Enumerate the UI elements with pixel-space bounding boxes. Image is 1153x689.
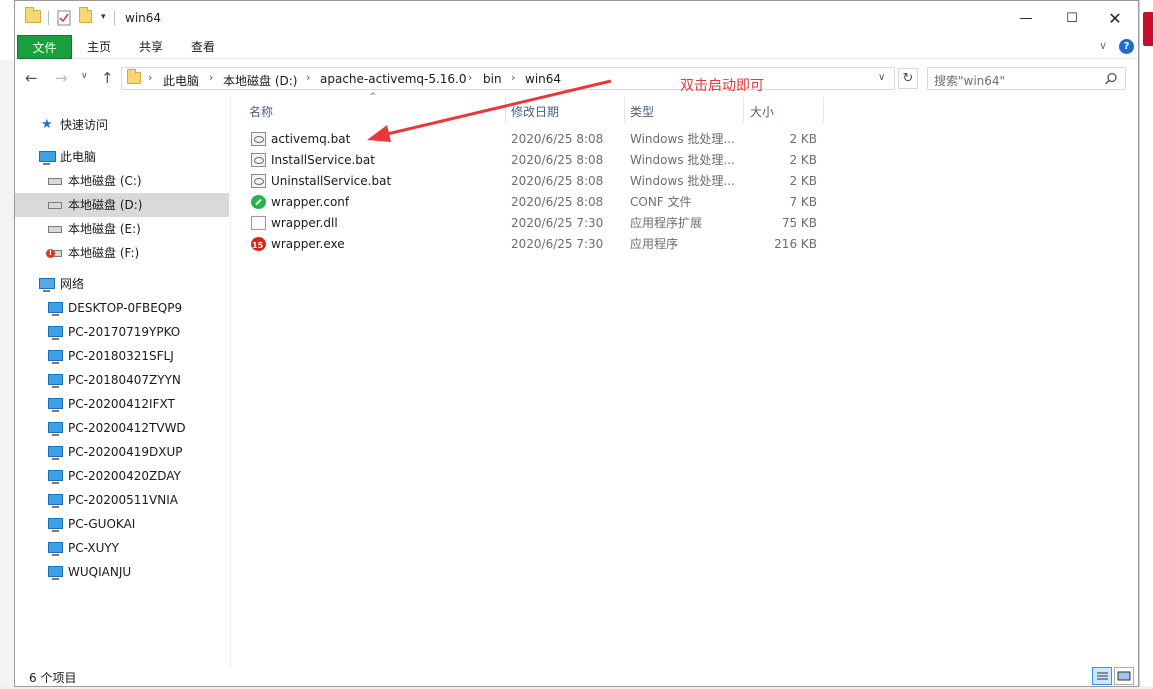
- nav-computer-label: PC-20200419DXUP: [68, 445, 183, 459]
- computer-icon: [48, 518, 63, 532]
- drive-icon: [48, 202, 62, 209]
- exe-file-icon: [251, 235, 266, 256]
- nav-network[interactable]: 网络: [15, 272, 229, 296]
- annotation-arrow: [367, 79, 612, 142]
- nav-computer[interactable]: PC-20200412TVWD: [15, 416, 229, 440]
- warning-icon: !: [46, 249, 55, 258]
- nav-drive-label: 本地磁盘 (E:): [68, 222, 141, 236]
- nav-computer[interactable]: PC-20200511VNIA: [15, 488, 229, 512]
- nav-computer-label: PC-20180321SFLJ: [68, 349, 174, 363]
- file-row[interactable]: wrapper.dll 2020/6/25 7:30 应用程序扩展 75 KB: [249, 213, 817, 234]
- computer-icon: [48, 446, 63, 460]
- file-name: wrapper.exe: [271, 237, 345, 251]
- annotation-text: 双击启动即可: [680, 78, 764, 94]
- nav-computer-label: WUQIANJU: [68, 565, 132, 579]
- dll-file-icon: [251, 216, 266, 230]
- background-window-right: [1139, 0, 1153, 689]
- nav-computer-label: PC-XUYY: [68, 541, 120, 555]
- nav-computer[interactable]: PC-20180321SFLJ: [15, 344, 229, 368]
- nav-computer[interactable]: PC-XUYY: [15, 536, 229, 560]
- computer-icon: [48, 302, 63, 316]
- file-type: 应用程序扩展: [630, 216, 703, 230]
- nav-computer-label: PC-20200412IFXT: [68, 397, 175, 411]
- background-red-tab: [1143, 12, 1153, 46]
- nav-computer[interactable]: PC-20200420ZDAY: [15, 464, 229, 488]
- nav-computer-label: PC-20200412TVWD: [68, 421, 186, 435]
- computer-icon: [48, 374, 63, 388]
- nav-computer[interactable]: PC-20200412IFXT: [15, 392, 229, 416]
- file-date: 2020/6/25 7:30: [511, 216, 604, 230]
- nav-drive-f[interactable]: ! 本地磁盘 (F:): [15, 241, 229, 265]
- nav-drive-label: 本地磁盘 (F:): [68, 246, 140, 260]
- computer-icon: [48, 494, 63, 508]
- file-type: 应用程序: [630, 237, 679, 251]
- computer-icon: [48, 470, 63, 484]
- nav-computer-label: PC-20180407ZYYN: [68, 373, 181, 387]
- nav-computer[interactable]: PC-20180407ZYYN: [15, 368, 229, 392]
- nav-computer-label: DESKTOP-0FBEQP9: [68, 301, 183, 315]
- computer-icon: [48, 326, 63, 340]
- nav-computer-label: PC-20200511VNIA: [68, 493, 178, 507]
- explorer-window: ▾ win64 — ☐ ✕ 文件 主页 共享 查看 ∨ ? ← → ∨ ↑ › …: [14, 0, 1139, 687]
- computer-icon: [48, 398, 63, 412]
- file-row[interactable]: wrapper.exe 2020/6/25 7:30 应用程序 216 KB: [249, 234, 817, 256]
- nav-drive-e[interactable]: 本地磁盘 (E:): [15, 217, 229, 241]
- network-icon: [39, 278, 55, 292]
- computer-icon: [48, 422, 63, 436]
- nav-computer-label: PC-GUOKAI: [68, 517, 136, 531]
- file-size: 75 KB: [781, 216, 817, 230]
- file-name: wrapper.dll: [271, 216, 338, 230]
- nav-computer[interactable]: PC-GUOKAI: [15, 512, 229, 536]
- item-count: 6 个项目: [29, 671, 77, 685]
- status-bar: 6 个项目: [15, 667, 1138, 687]
- nav-computer-label: PC-20170719YPKO: [68, 325, 181, 339]
- computer-icon: [48, 542, 63, 556]
- nav-computer[interactable]: DESKTOP-0FBEQP9: [15, 296, 229, 320]
- file-date: 2020/6/25 7:30: [511, 237, 604, 251]
- file-size: 216 KB: [774, 237, 817, 251]
- nav-computer[interactable]: WUQIANJU: [15, 560, 229, 584]
- nav-computer[interactable]: PC-20200419DXUP: [15, 440, 229, 464]
- large-icons-view-icon[interactable]: [1114, 667, 1134, 685]
- computer-icon: [48, 566, 63, 580]
- nav-network-label: 网络: [60, 277, 85, 291]
- nav-computer-label: PC-20200420ZDAY: [68, 469, 181, 483]
- details-view-icon[interactable]: [1092, 667, 1112, 685]
- computer-icon: [48, 350, 63, 364]
- nav-computer[interactable]: PC-20170719YPKO: [15, 320, 229, 344]
- drive-icon: [48, 226, 62, 233]
